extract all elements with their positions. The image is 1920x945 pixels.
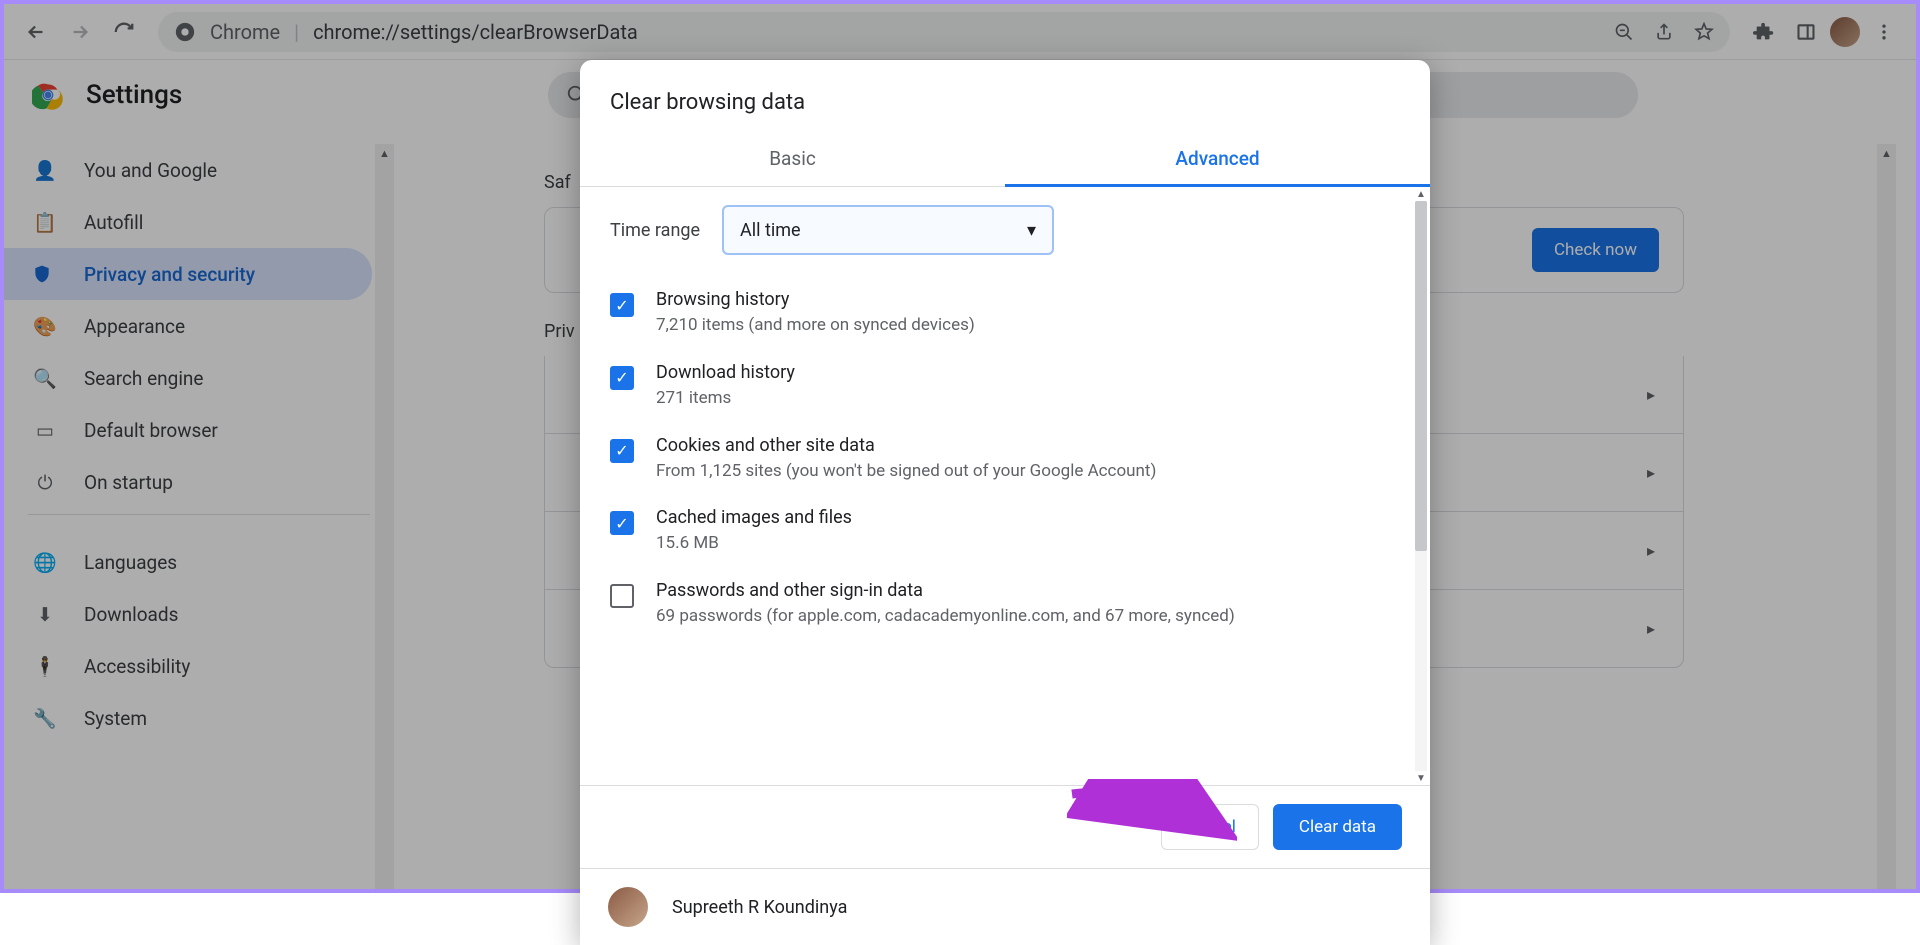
check-now-button[interactable]: Check now	[1532, 228, 1659, 272]
search-icon: 🔍	[32, 367, 58, 390]
sidebar-item-appearance[interactable]: 🎨Appearance	[4, 300, 372, 352]
autofill-icon: 📋	[32, 211, 58, 234]
option-cookies[interactable]: ✓ Cookies and other site dataFrom 1,125 …	[610, 423, 1400, 496]
globe-icon: 🌐	[32, 551, 58, 574]
dialog-profile-row: Supreeth R Koundinya	[580, 868, 1430, 945]
reload-button[interactable]	[106, 14, 142, 50]
omnibox[interactable]: Chrome | chrome://settings/clearBrowserD…	[158, 12, 1730, 52]
separator: |	[294, 20, 299, 44]
checkbox-cookies[interactable]: ✓	[610, 439, 634, 463]
profile-avatar-small	[608, 887, 648, 927]
browser-icon: ▭	[32, 419, 58, 442]
power-icon: ⏻	[32, 471, 58, 494]
sidebar-scrollbar[interactable]: ▲	[375, 144, 394, 889]
option-passwords[interactable]: Passwords and other sign-in data69 passw…	[610, 568, 1400, 641]
wrench-icon: 🔧	[32, 707, 58, 730]
cancel-button[interactable]: Cancel	[1161, 804, 1259, 850]
sidebar-item-default-browser[interactable]: ▭Default browser	[4, 404, 372, 456]
forward-button[interactable]	[62, 14, 98, 50]
menu-icon[interactable]	[1866, 14, 1902, 50]
product-label: Chrome	[210, 20, 280, 44]
sidebar-item-languages[interactable]: 🌐Languages	[4, 536, 372, 588]
dialog-title: Clear browsing data	[580, 60, 1430, 133]
extensions-icon[interactable]	[1746, 14, 1782, 50]
option-cache[interactable]: ✓ Cached images and files15.6 MB	[610, 495, 1400, 568]
sidebar-item-downloads[interactable]: ⬇Downloads	[4, 588, 372, 640]
dialog-actions: Cancel Clear data	[580, 785, 1430, 868]
option-download-history[interactable]: ✓ Download history271 items	[610, 350, 1400, 423]
sidebar-item-autofill[interactable]: 📋Autofill	[4, 196, 372, 248]
sidepanel-icon[interactable]	[1788, 14, 1824, 50]
sidebar-item-system[interactable]: 🔧System	[4, 692, 372, 744]
tab-basic[interactable]: Basic	[580, 133, 1005, 186]
checkbox-download-history[interactable]: ✓	[610, 366, 634, 390]
dialog-tabs: Basic Advanced	[580, 133, 1430, 187]
option-browsing-history[interactable]: ✓ Browsing history7,210 items (and more …	[610, 277, 1400, 350]
sidebar-item-you-and-google[interactable]: 👤You and Google	[4, 144, 372, 196]
sidebar-item-search-engine[interactable]: 🔍Search engine	[4, 352, 372, 404]
settings-sidebar: ▲ 👤You and Google 📋Autofill Privacy and …	[4, 144, 394, 889]
checkbox-passwords[interactable]	[610, 584, 634, 608]
profile-avatar[interactable]	[1830, 17, 1860, 47]
profile-name: Supreeth R Koundinya	[672, 897, 847, 918]
clear-browsing-data-dialog: Clear browsing data Basic Advanced ▲▼ Ti…	[580, 60, 1430, 945]
back-button[interactable]	[18, 14, 54, 50]
url-text: chrome://settings/clearBrowserData	[313, 20, 638, 44]
chrome-logo-icon	[32, 79, 64, 111]
checkbox-cache[interactable]: ✓	[610, 511, 634, 535]
download-icon: ⬇	[32, 603, 58, 626]
chevron-down-icon: ▾	[1027, 220, 1036, 241]
sidebar-item-accessibility[interactable]: 🕴Accessibility	[4, 640, 372, 692]
dialog-body: ▲▼ Time range All time ▾ ✓ Browsing hist…	[580, 187, 1430, 785]
shield-icon	[32, 264, 58, 284]
tab-advanced[interactable]: Advanced	[1005, 133, 1430, 187]
browser-toolbar: Chrome | chrome://settings/clearBrowserD…	[4, 4, 1916, 60]
accessibility-icon: 🕴	[32, 655, 58, 678]
chrome-icon	[174, 21, 196, 43]
content-scrollbar[interactable]: ▲	[1877, 144, 1896, 889]
settings-title: Settings	[86, 80, 182, 110]
person-icon: 👤	[32, 159, 58, 182]
palette-icon: 🎨	[32, 315, 58, 338]
clear-data-button[interactable]: Clear data	[1273, 804, 1402, 850]
sidebar-item-startup[interactable]: ⏻On startup	[4, 456, 372, 508]
share-icon[interactable]	[1654, 22, 1674, 42]
dialog-scrollbar[interactable]: ▲▼	[1412, 187, 1430, 785]
time-range-label: Time range	[610, 220, 700, 241]
checkbox-browsing-history[interactable]: ✓	[610, 293, 634, 317]
sidebar-item-privacy[interactable]: Privacy and security	[4, 248, 372, 300]
time-range-select[interactable]: All time ▾	[722, 205, 1054, 255]
bookmark-icon[interactable]	[1694, 22, 1714, 42]
zoom-icon[interactable]	[1614, 22, 1634, 42]
